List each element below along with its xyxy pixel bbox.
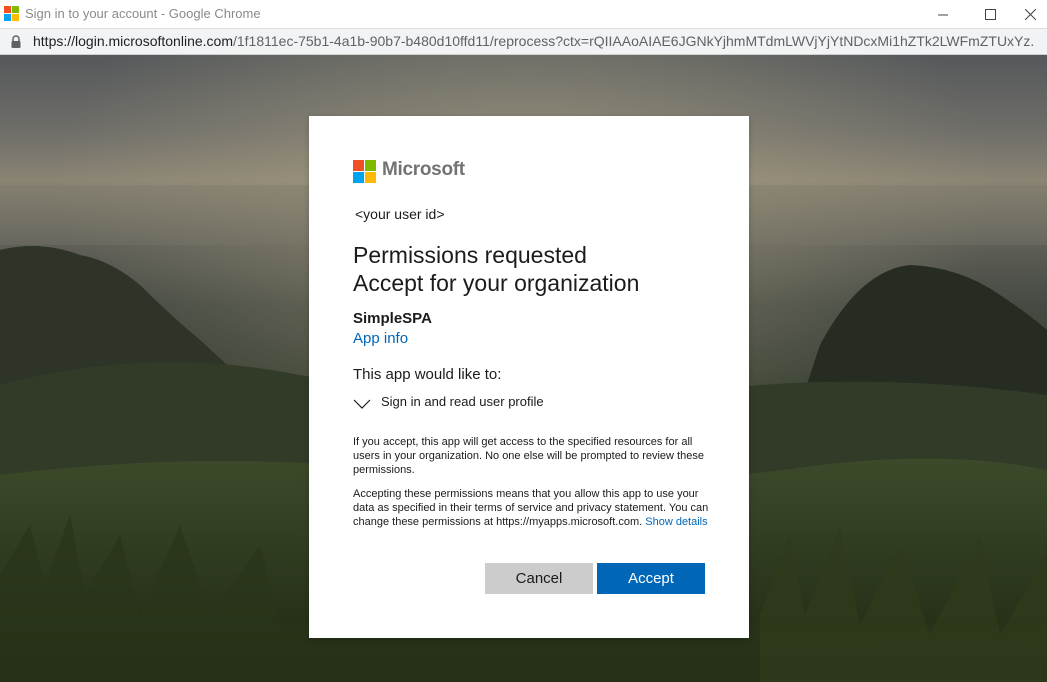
lock-icon (11, 35, 21, 48)
minimize-icon (937, 14, 948, 15)
address-bar[interactable]: https://login.microsoftonline.com/1f1811… (0, 28, 1047, 55)
close-button[interactable] (1013, 0, 1047, 28)
close-icon (1024, 8, 1036, 20)
app-name: SimpleSPA (353, 310, 432, 327)
page-title-line2: Accept for your organization (353, 270, 640, 296)
minimize-button[interactable] (920, 0, 966, 28)
window-title: Sign in to your account - Google Chrome (25, 6, 261, 21)
maximize-icon (984, 8, 996, 20)
chevron-down-icon[interactable] (353, 398, 371, 410)
page-title-line1: Permissions requested (353, 242, 587, 268)
microsoft-wordmark: Microsoft (382, 159, 465, 180)
microsoft-logo-icon (353, 160, 376, 183)
cancel-button[interactable]: Cancel (485, 563, 593, 594)
url-path: /1f1811ec-75b1-4a1b-90b7-b480d10ffd11/re… (232, 33, 1033, 49)
page-title: Permissions requested Accept for your or… (353, 241, 733, 297)
consent-dialog: Microsoft <your user id> Permissions req… (309, 116, 749, 638)
permission-label: Sign in and read user profile (381, 394, 544, 409)
user-id: <your user id> (355, 206, 445, 222)
permissions-intro: This app would like to: (353, 366, 502, 383)
show-details-link[interactable]: Show details (645, 516, 707, 528)
maximize-button[interactable] (967, 0, 1013, 28)
url-text[interactable]: https://login.microsoftonline.com/1f1811… (33, 33, 1033, 49)
permission-item[interactable]: Sign in and read user profile (353, 394, 733, 414)
browser-window: Sign in to your account - Google Chrome … (0, 0, 1047, 682)
title-bar: Sign in to your account - Google Chrome (0, 0, 1047, 28)
consent-explanation: If you accept, this app will get access … (353, 436, 704, 476)
consent-terms: Accepting these permissions means that y… (353, 487, 713, 529)
url-host: https://login.microsoftonline.com (33, 33, 233, 49)
accept-button[interactable]: Accept (597, 563, 705, 594)
windows-logo-icon (4, 6, 19, 21)
app-info-link[interactable]: App info (353, 330, 408, 347)
